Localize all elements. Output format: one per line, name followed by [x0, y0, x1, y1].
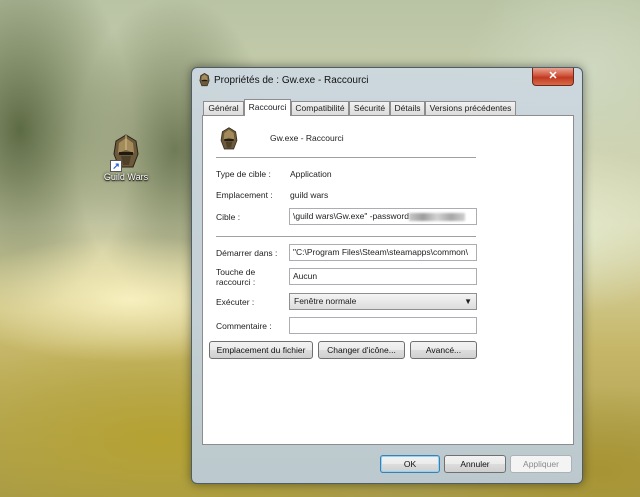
- title-bar[interactable]: Propriétés de : Gw.exe - Raccourci ✕: [192, 68, 582, 92]
- comment-input[interactable]: [289, 317, 477, 334]
- shortcut-name: Gw.exe - Raccourci: [270, 133, 344, 143]
- properties-dialog: Propriétés de : Gw.exe - Raccourci ✕ Gén…: [191, 67, 583, 484]
- target-type-value: Application: [290, 169, 332, 179]
- start-in-label: Démarrer dans :: [216, 248, 278, 258]
- shortcut-arrow-icon: ↗: [110, 160, 122, 172]
- comment-label: Commentaire :: [216, 321, 272, 331]
- run-label: Exécuter :: [216, 297, 255, 307]
- apply-button[interactable]: Appliquer: [510, 455, 572, 473]
- tab-security[interactable]: Sécurité: [349, 101, 390, 115]
- tab-compatibility[interactable]: Compatibilité: [291, 101, 349, 115]
- password-redaction: [408, 212, 465, 221]
- guild-wars-helmet-icon: [220, 127, 238, 150]
- location-label: Emplacement :: [216, 190, 273, 200]
- target-input[interactable]: \guild wars\Gw.exe" -password: [289, 208, 477, 225]
- desktop-icon-guild-wars[interactable]: ↗ Guild Wars: [100, 134, 152, 182]
- open-file-location-button[interactable]: Emplacement du fichier: [209, 341, 313, 359]
- shortcut-tab-panel: Gw.exe - Raccourci Type de cible : Appli…: [202, 115, 574, 445]
- desktop-icon-label: Guild Wars: [103, 172, 149, 182]
- guild-wars-helmet-icon: [199, 73, 210, 87]
- tab-details[interactable]: Détails: [390, 101, 425, 115]
- cancel-button[interactable]: Annuler: [444, 455, 506, 473]
- location-value: guild wars: [290, 190, 329, 200]
- tab-general[interactable]: Général: [203, 101, 244, 115]
- hotkey-label: Touche de raccourci :: [216, 267, 256, 287]
- target-label: Cible :: [216, 212, 241, 222]
- window-title: Propriétés de : Gw.exe - Raccourci: [214, 75, 369, 86]
- tab-previous-versions[interactable]: Versions précédentes: [425, 101, 516, 115]
- hotkey-input[interactable]: Aucun: [289, 268, 477, 285]
- tab-shortcut[interactable]: Raccourci: [244, 99, 291, 116]
- run-select-value: Fenêtre normale: [294, 296, 357, 306]
- target-type-label: Type de cible :: [216, 169, 271, 179]
- target-input-value: \guild wars\Gw.exe" -password: [293, 211, 409, 221]
- dropdown-arrow-icon: ▼: [464, 297, 472, 306]
- close-icon: ✕: [548, 70, 558, 82]
- start-in-input[interactable]: "C:\Program Files\Steam\steamapps\common…: [289, 244, 477, 261]
- separator: [216, 236, 476, 237]
- ok-button[interactable]: OK: [380, 455, 440, 473]
- separator: [216, 157, 476, 158]
- close-button[interactable]: ✕: [532, 68, 574, 86]
- advanced-button[interactable]: Avancé...: [410, 341, 477, 359]
- run-select[interactable]: Fenêtre normale ▼: [289, 293, 477, 310]
- change-icon-button[interactable]: Changer d'icône...: [318, 341, 405, 359]
